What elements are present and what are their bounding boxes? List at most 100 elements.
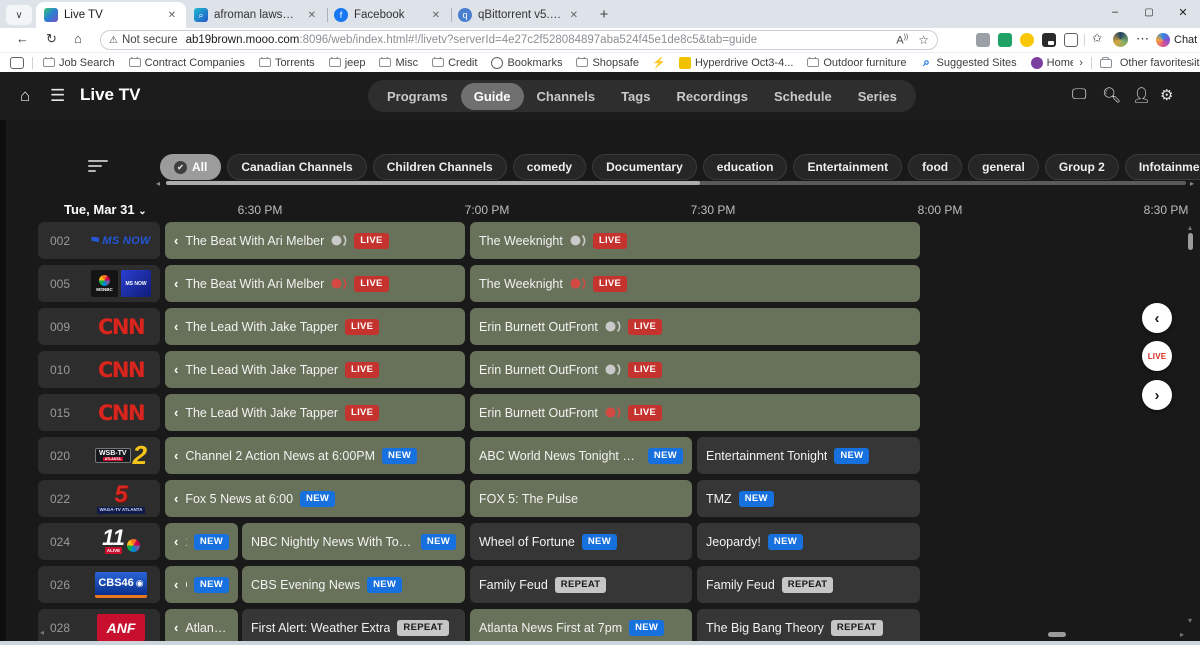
chips-scroll-right-icon[interactable]: ▸ [1190, 179, 1194, 188]
program-cell[interactable]: Family FeudREPEAT [470, 566, 692, 603]
sidebar-icon[interactable] [10, 57, 24, 69]
guide-page-right-button[interactable]: › [1142, 380, 1172, 410]
program-cell[interactable]: FOX 5: The Pulse [470, 480, 692, 517]
program-cell[interactable]: Erin Burnett OutFrontLIVE [470, 351, 920, 388]
channel-tile[interactable]: 026CBS46◉ [38, 566, 160, 603]
read-aloud-icon[interactable]: A)) [896, 34, 908, 47]
channel-tile[interactable]: 02411ALIVE [38, 523, 160, 560]
filter-chip-all[interactable]: ✔All [160, 154, 221, 180]
program-cell[interactable]: Jeopardy!NEW [697, 523, 920, 560]
program-cell[interactable]: ‹Atlanta N... [165, 609, 238, 645]
tab-search-button[interactable]: ∨ [6, 5, 32, 25]
program-cell[interactable]: ‹The Lead With Jake TapperLIVE [165, 351, 465, 388]
back-icon[interactable]: ← [16, 31, 29, 46]
filter-chip-canadian-channels[interactable]: Canadian Channels [227, 154, 366, 180]
program-cell[interactable]: Erin Burnett OutFrontLIVE [470, 308, 920, 345]
program-cell[interactable]: NBC Nightly News With Tom LlamasNEW [242, 523, 465, 560]
tab-guide[interactable]: Guide [461, 83, 524, 110]
profile-avatar[interactable] [1113, 32, 1128, 47]
bookmark-item[interactable]: Misc [379, 57, 418, 69]
minimize-button[interactable]: – [1098, 0, 1132, 24]
program-cell[interactable]: ‹Fox 5 News at 6:00NEW [165, 480, 465, 517]
program-cell[interactable]: The Big Bang TheoryREPEAT [697, 609, 920, 645]
program-cell[interactable]: ‹The Beat With Ari MelberLIVE [165, 265, 465, 302]
filter-chip-food[interactable]: food [908, 154, 962, 180]
user-icon[interactable]: 👤︎ [1132, 86, 1151, 104]
home-icon[interactable]: ⌂ [74, 31, 82, 46]
channel-tile[interactable]: 020WSB-TVATLANTA2 [38, 437, 160, 474]
bookmark-item[interactable]: Shopsafe [576, 57, 638, 69]
program-cell[interactable]: First Alert: Weather ExtraREPEAT [242, 609, 465, 645]
program-cell[interactable]: ‹C...NEW [165, 566, 238, 603]
channel-tile[interactable]: 010CNN [38, 351, 160, 388]
bookmarks-overflow-chevron[interactable]: › [1079, 57, 1083, 69]
chips-scrollbar-thumb[interactable] [166, 181, 700, 185]
program-cell[interactable]: Atlanta News First at 7pmNEW [470, 609, 692, 645]
home-icon[interactable]: ⌂ [20, 86, 30, 106]
program-cell[interactable]: ‹The Beat With Ari MelberLIVE [165, 222, 465, 259]
program-cell[interactable]: Family FeudREPEAT [697, 566, 920, 603]
program-cell[interactable]: ‹Channel 2 Action News at 6:00PMNEW [165, 437, 465, 474]
program-cell[interactable]: The WeeknightLIVE [470, 265, 920, 302]
picture-in-picture-icon[interactable] [1042, 33, 1056, 47]
filter-chip-documentary[interactable]: Documentary [592, 154, 697, 180]
refresh-icon[interactable]: ↻ [46, 31, 57, 47]
close-button[interactable]: ✕ [1166, 0, 1200, 24]
tab-close-icon[interactable]: ✕ [430, 10, 442, 21]
search-icon[interactable]: 🔍︎ [1102, 86, 1121, 104]
new-tab-button[interactable]: + [592, 2, 616, 26]
more-menu-icon[interactable]: ⋯ [1136, 31, 1149, 47]
program-cell[interactable]: ‹11...NEW [165, 523, 238, 560]
tab-series[interactable]: Series [845, 83, 910, 110]
browser-tab-4[interactable]: qqBittorrent v5.1.0 WebUI✕ [450, 2, 588, 28]
tab-channels[interactable]: Channels [524, 83, 609, 110]
vscroll-down-icon[interactable]: ▾ [1188, 616, 1192, 625]
browser-essentials-icon[interactable] [1064, 33, 1078, 47]
url-field[interactable]: ⚠ Not secure ab19brown.mooo.com :8096/we… [100, 30, 938, 50]
program-cell[interactable]: TMZNEW [697, 480, 920, 517]
filter-chip-entertainment[interactable]: Entertainment [793, 154, 902, 180]
vscroll-up-icon[interactable]: ▴ [1188, 223, 1192, 232]
filter-chip-infotainment[interactable]: Infotainment [1125, 154, 1200, 180]
hscroll-left-icon[interactable]: ◂ [40, 628, 44, 637]
program-cell[interactable]: The WeeknightLIVE [470, 222, 920, 259]
hscroll-right-icon[interactable]: ▸ [1180, 630, 1184, 639]
tab-close-icon[interactable]: ✕ [568, 10, 580, 21]
tab-close-icon[interactable]: ✕ [306, 10, 318, 21]
bookmark-item[interactable]: Outdoor furniture [807, 57, 906, 69]
channel-tile[interactable]: 028ANF [38, 609, 160, 645]
browser-tab-2[interactable]: ⌕afroman lawsuit - Search✕ [186, 2, 326, 28]
bookmark-item[interactable]: ⌕Suggested Sites [921, 57, 1017, 69]
channel-tile[interactable]: 0225WAGA-TV ATLANTA [38, 480, 160, 517]
filter-chip-children-channels[interactable]: Children Channels [373, 154, 507, 180]
copilot-chat-button[interactable]: Chat [1156, 31, 1197, 49]
menu-icon[interactable]: ☰ [50, 86, 65, 106]
bookmark-item[interactable]: Bookmarks [491, 57, 562, 69]
horizontal-scrollbar-thumb[interactable] [1048, 632, 1066, 637]
extension-icon-gray[interactable] [976, 33, 990, 47]
bookmark-item[interactable]: Contract Companies [129, 57, 245, 69]
filter-chip-group-2[interactable]: Group 2 [1045, 154, 1119, 180]
extension-icon-green[interactable] [998, 33, 1012, 47]
extension-icon-yellow[interactable] [1020, 33, 1034, 47]
favorites-hub-icon[interactable]: ✩ [1092, 31, 1102, 45]
program-cell[interactable]: CBS Evening NewsNEW [242, 566, 465, 603]
guide-page-left-button[interactable]: ‹ [1142, 303, 1172, 333]
settings-icon[interactable]: ⚙︎ [1160, 86, 1173, 104]
filter-chip-education[interactable]: education [703, 154, 788, 180]
browser-tab-3[interactable]: fFacebook✕ [326, 2, 450, 28]
tab-programs[interactable]: Programs [374, 83, 461, 110]
bookmark-item[interactable]: jeep [329, 57, 366, 69]
bookmark-item[interactable]: Credit [432, 57, 477, 69]
tab-close-icon[interactable]: ✕ [166, 10, 178, 21]
program-cell[interactable]: Erin Burnett OutFrontLIVE [470, 394, 920, 431]
program-cell[interactable]: ‹The Lead With Jake TapperLIVE [165, 394, 465, 431]
favorite-star-icon[interactable]: ☆ [918, 33, 929, 47]
bookmark-item[interactable]: ⚡ [653, 57, 665, 69]
bookmark-item[interactable]: Hyperdrive Oct3-4... [679, 57, 793, 69]
filter-chip-general[interactable]: general [968, 154, 1039, 180]
channel-tile[interactable]: 005MSNBCMS NOW [38, 265, 160, 302]
bookmark-item[interactable]: Torrents [259, 57, 315, 69]
bookmark-item[interactable]: Job Search [43, 57, 115, 69]
program-cell[interactable]: ‹The Lead With Jake TapperLIVE [165, 308, 465, 345]
